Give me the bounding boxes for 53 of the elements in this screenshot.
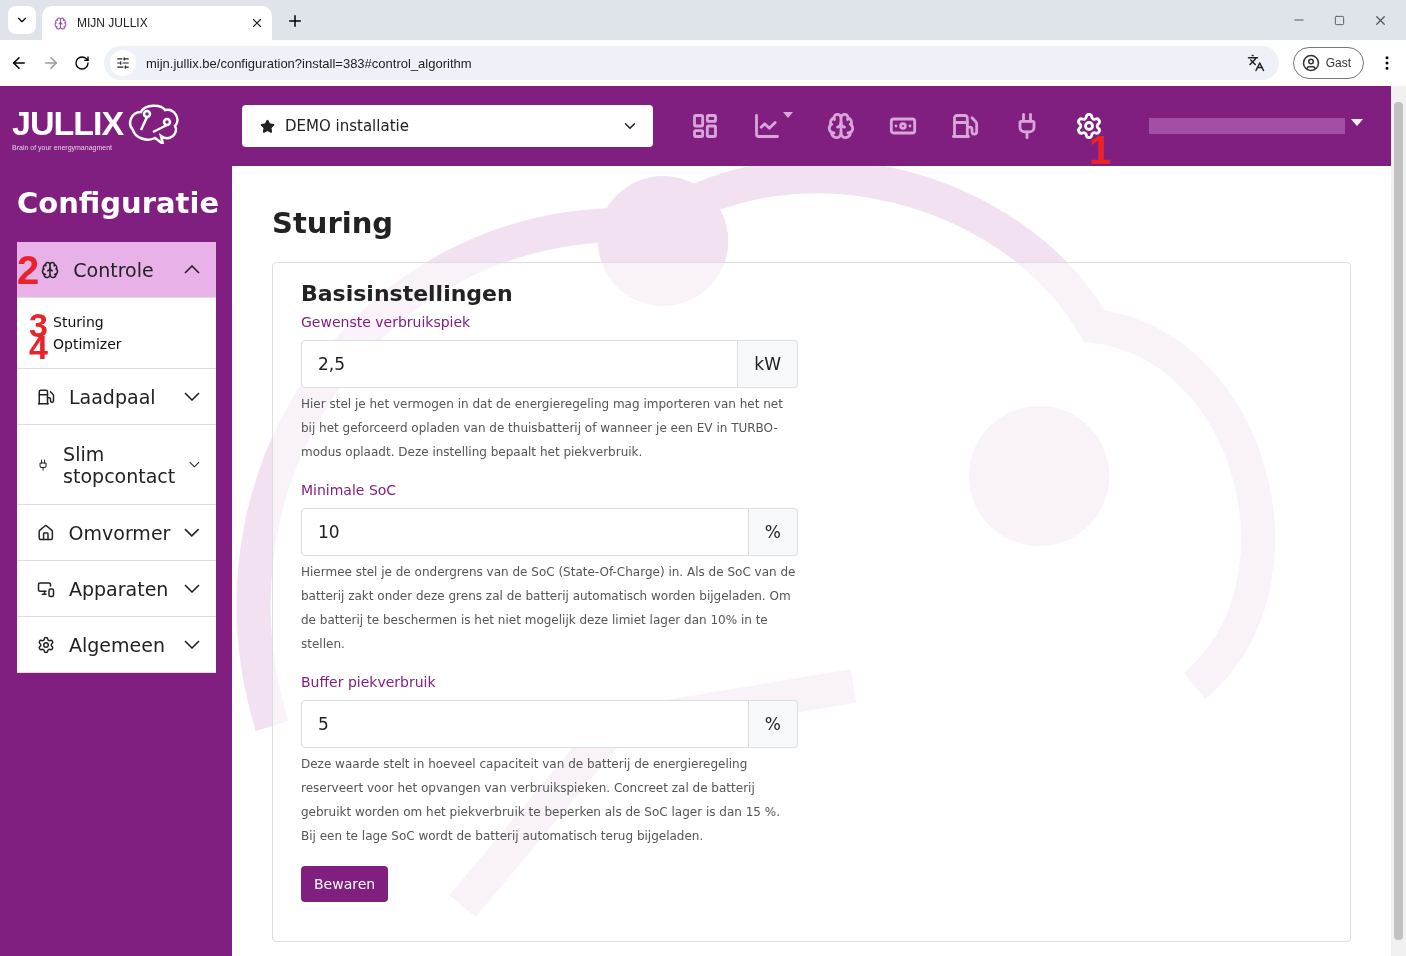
chevron-down-icon (184, 528, 200, 537)
unit-addon: % (748, 700, 798, 748)
unit-addon: % (748, 508, 798, 556)
chevron-down-icon (184, 584, 200, 593)
field-label: Buffer piekverbruik (301, 674, 437, 690)
unit-addon: kW (738, 340, 798, 388)
chevron-down-icon (184, 640, 200, 649)
help-text: Hiermee stel je de ondergrens van de SoC (State-Of-Charge) in. Als de SoC van de batterij zakt onder deze grens zal de batterij automatisch worden bijgeladen. Om de batterij te beschermen is het niet mogelijk deze limiet lager dan 10% in te stellen. (301, 564, 797, 653)
settings-icon (37, 635, 55, 654)
site-settings-icon[interactable] (116, 56, 130, 70)
profile-button[interactable]: Gast (1292, 47, 1364, 79)
brain-icon[interactable] (827, 112, 855, 140)
annotation-number: 2 (17, 249, 40, 290)
help-text: Deze waarde stelt in hoeveel capaciteit van de batterij de energieregeling reserveert voor het opvangen van verbruikspieken. Concreet zal de batterij gebruikt worden om het piekverbruik te beperken als de SoC lager is dan 15 %. Bij een te lage SoC wordt de batterij automatisch terug bijgeladen. (301, 756, 781, 845)
charging-station-icon (37, 387, 55, 406)
card-title: Basisinstellingen (301, 281, 514, 306)
save-button[interactable]: Bewaren (301, 866, 389, 902)
translate-icon[interactable] (1246, 54, 1265, 72)
caret-icon (783, 112, 793, 118)
number-input[interactable]: 2,5 (301, 340, 739, 388)
number-input[interactable]: 10 (301, 508, 749, 556)
help-text: Hier stel je het vermogen in dat de energieregeling mag importeren van het net bij het geforceerd opladen van de thuisbatterij of wanneer je een EV in TURBO-modus oplaadt. Deze instelling bepaalt het piekverbruik. (301, 396, 784, 461)
sidebar-title: Configuratie (17, 185, 216, 222)
installation-select[interactable]: DEMO installatie (242, 105, 653, 147)
field-label: Gewenste verbruikspiek (301, 314, 472, 330)
tab-title: MIJN JULLIX (77, 16, 149, 30)
scrollbar[interactable] (1391, 86, 1406, 956)
star-icon (260, 118, 275, 134)
chevron-down-icon (189, 460, 200, 469)
devices-icon (37, 579, 55, 598)
charging-station-icon[interactable] (951, 112, 979, 140)
chevron-up-icon (184, 265, 200, 274)
back-icon[interactable] (10, 54, 28, 72)
address-bar[interactable]: mijn.jullix.be/configuration?install=383#control_algorithm (104, 46, 1279, 80)
caret-icon[interactable] (1351, 118, 1363, 126)
number-input[interactable]: 5 (301, 700, 749, 748)
maximize-icon[interactable] (1334, 14, 1345, 26)
reload-icon[interactable] (74, 55, 90, 71)
accordion-header[interactable]: 2 Controle (17, 242, 216, 298)
chevron-down-icon (184, 392, 200, 401)
close-icon[interactable] (250, 16, 264, 30)
chart-icon[interactable] (753, 112, 793, 140)
dashboard-icon[interactable] (691, 112, 719, 140)
page-title: Sturing (272, 206, 395, 240)
brain-icon (41, 260, 60, 279)
user-icon (1301, 54, 1320, 72)
browser-tab[interactable]: MIJN JULLIX (42, 6, 272, 40)
field-label: Minimale SoC (301, 482, 398, 498)
forward-icon[interactable] (42, 54, 60, 72)
annotation-number: 1 (1089, 130, 1112, 170)
url-text: mijn.jullix.be/configuration?install=383#control_algorithm (146, 55, 473, 71)
brain-icon (54, 16, 67, 30)
new-tab-icon[interactable] (286, 12, 304, 30)
